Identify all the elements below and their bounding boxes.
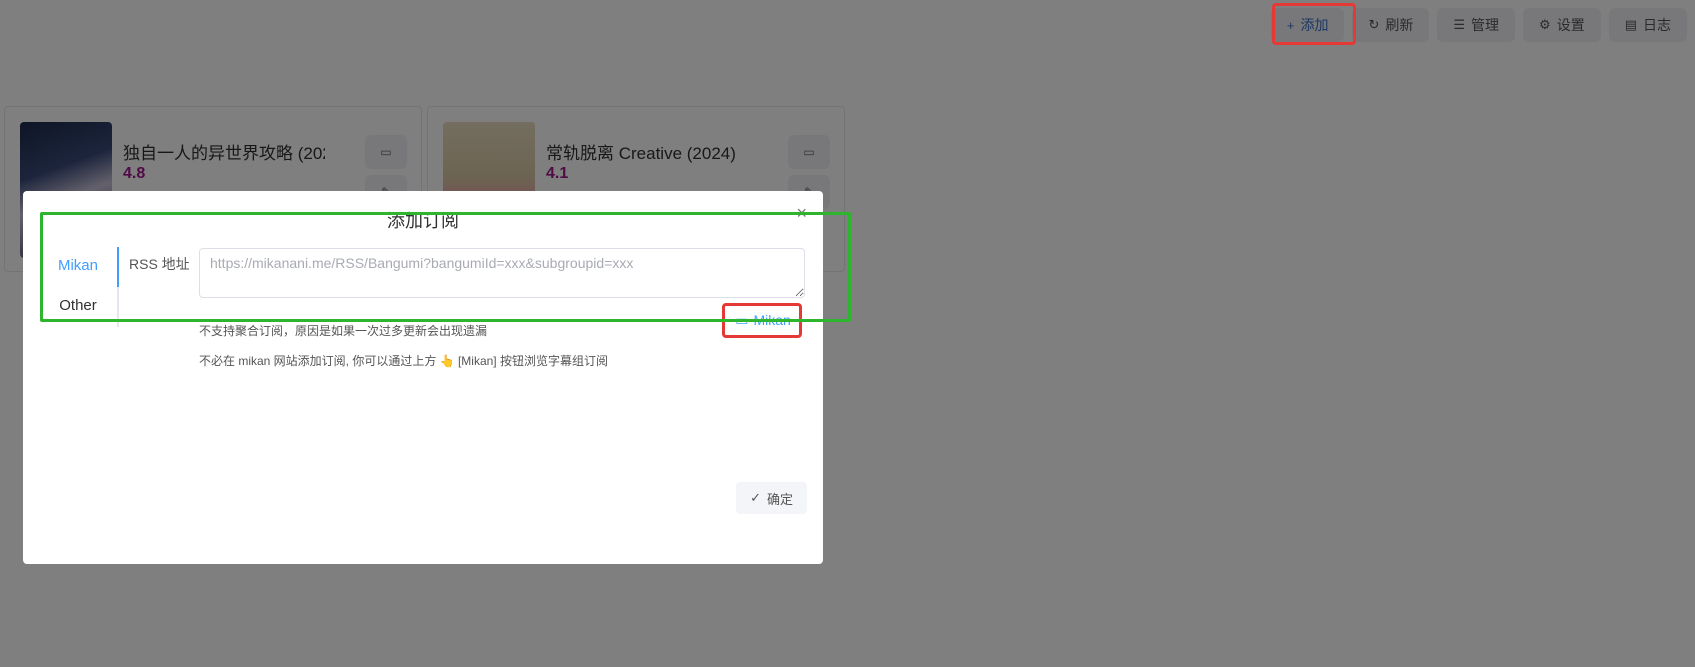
hint-text: 不必在 mikan 网站添加订阅, 你可以通过上方 👆 [Mikan] 按钮浏览… — [199, 354, 608, 368]
dialog-title: 添加订阅 — [387, 211, 459, 231]
confirm-button-label: 确定 — [766, 491, 793, 507]
confirm-button[interactable]: ✓ 确定 — [736, 482, 807, 514]
mikan-browse-button[interactable]: ▭ Mikan — [727, 306, 799, 334]
rss-url-input[interactable] — [199, 248, 805, 298]
tab-mikan[interactable]: Mikan — [47, 246, 119, 286]
hint-text: 不支持聚合订阅，原因是如果一次过多更新会出现遗漏 — [199, 324, 488, 338]
tabs-divider — [117, 247, 119, 327]
check-icon: ✓ — [750, 490, 761, 505]
add-subscription-dialog: 添加订阅 × Mikan Other RSS 地址 ▭ Mikan 不支持聚合订… — [23, 191, 851, 564]
source-tabs: Mikan Other — [47, 246, 119, 326]
active-tab-indicator — [117, 247, 119, 287]
rss-label: RSS 地址 — [129, 256, 190, 272]
mikan-button-label: Mikan — [753, 312, 791, 328]
video-icon: ▭ — [735, 311, 749, 328]
highlight-add-button — [1272, 3, 1356, 45]
tab-other[interactable]: Other — [47, 286, 119, 326]
close-icon[interactable]: × — [796, 203, 807, 224]
